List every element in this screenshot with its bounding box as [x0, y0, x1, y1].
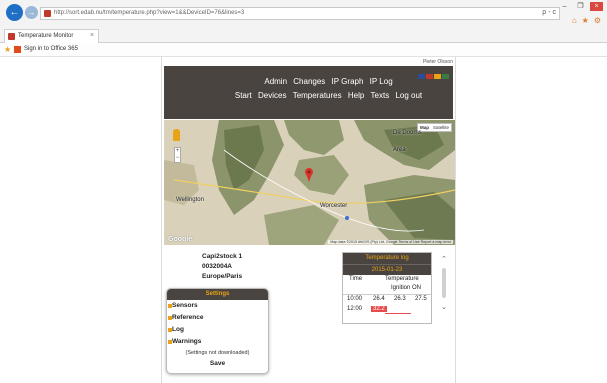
menu-devices[interactable]: Devices [258, 91, 286, 100]
menu-start[interactable]: Start [235, 91, 252, 100]
zoom-out-button[interactable]: − [175, 155, 180, 162]
browser-titlebar: ← → http://sort.edab.nu/tm/temperature.p… [0, 0, 607, 27]
map-label-de-doorns: De Doorns [393, 130, 422, 136]
google-logo: Google [168, 236, 193, 243]
settings-item-log[interactable]: Log [167, 324, 268, 336]
favorites-star-icon[interactable]: ★ [4, 45, 11, 54]
tab-bar: Temperature Monitor × [0, 27, 607, 43]
map-label-worcester: Worcester [320, 203, 348, 209]
user-name: Pieter Olsson [422, 59, 453, 65]
back-arrow-icon: ← [9, 7, 20, 18]
settings-item-label: Reference [172, 314, 204, 321]
zoom-in-button[interactable]: + [175, 148, 180, 155]
settings-item-label: Sensors [172, 302, 198, 309]
map-view[interactable]: + − Map Satellite Wellington Worcester D… [164, 120, 455, 245]
temperature-log-scrollbar[interactable]: ⌃ ⌄ [438, 255, 450, 313]
save-button[interactable]: Save [167, 358, 268, 369]
search-refresh-icon[interactable]: ρ - c [542, 9, 556, 16]
forward-arrow-icon: → [27, 8, 36, 17]
back-button[interactable]: ← [6, 4, 23, 21]
bullet-icon [168, 328, 172, 332]
settings-item-reference[interactable]: Reference [167, 312, 268, 324]
menu-row-admin: Admin Changes IP Graph IP Log [204, 77, 453, 86]
map-label-wellington: Wellington [176, 197, 204, 203]
map-label-area: Area [393, 147, 406, 153]
street-view-pegman-icon[interactable] [173, 129, 180, 141]
settings-note: (Settings not downloaded) [185, 350, 250, 356]
device-name: Capi2stock 1 [202, 253, 243, 260]
row-time: 12:00 [347, 306, 363, 312]
row-time: 10:00 [347, 296, 363, 302]
alarm-line [385, 313, 411, 314]
device-info: Capi2stock 1 0032004A Europe/Paris [202, 252, 242, 282]
menu-log-out[interactable]: Log out [395, 91, 422, 100]
scroll-down-icon[interactable]: ⌄ [441, 303, 447, 311]
settings-item-warnings[interactable]: Warnings [167, 336, 268, 348]
scroll-thumb[interactable] [442, 268, 446, 298]
terrain-image [164, 120, 455, 245]
maximize-button[interactable]: ❐ [574, 2, 587, 11]
url-text[interactable]: http://sort.edab.nu/tm/temperature.php?v… [54, 10, 244, 16]
forward-button[interactable]: → [25, 6, 38, 19]
menu-changes[interactable]: Changes [293, 77, 325, 86]
site-favicon-icon [44, 10, 51, 17]
menu-admin[interactable]: Admin [264, 77, 287, 86]
settings-item-label: Warnings [172, 338, 202, 345]
map-type-satellite[interactable]: Satellite [431, 124, 451, 131]
favorites-star-icon[interactable]: ★ [582, 16, 589, 25]
col-temperature: Temperature [385, 276, 419, 282]
home-icon[interactable]: ⌂ [572, 16, 577, 25]
table-row: 12:00 32.2 [343, 305, 431, 315]
page-content: Pieter Olsson Admin Changes IP Graph IP … [161, 57, 456, 383]
bullet-icon [168, 316, 172, 320]
settings-item-label: Log [172, 326, 184, 333]
map-water-icon [345, 216, 349, 220]
settings-item-sensors[interactable]: Sensors [167, 300, 268, 312]
scroll-up-icon[interactable]: ⌃ [441, 255, 447, 263]
menu-ip-graph[interactable]: IP Graph [332, 77, 364, 86]
tab-favicon-icon [8, 33, 15, 40]
temperature-log-title: Temperature log [343, 253, 431, 264]
row-value: 27.5 [415, 296, 427, 302]
bullet-icon [168, 340, 172, 344]
tab-title: Temperature Monitor [18, 33, 74, 39]
temperature-log-date: 2015-01-23 [343, 264, 431, 275]
ignition-status: Ignition ON [391, 285, 422, 291]
bullet-icon [168, 304, 172, 308]
office-icon [14, 46, 21, 53]
map-zoom-control: + − [174, 147, 181, 163]
menu-help[interactable]: Help [348, 91, 364, 100]
device-id: 0032004A [202, 263, 232, 270]
col-time: Time [349, 276, 363, 282]
settings-panel: Settings Sensors Reference Log Warnings … [166, 288, 269, 374]
menu-row-main: Start Devices Temperatures Help Texts Lo… [204, 91, 453, 100]
temperature-log-panel: Temperature log 2015-01-23 Time Temperat… [342, 252, 432, 324]
row-value: 26.4 [373, 296, 385, 302]
temperature-log-header: Time Temperature Ignition ON [343, 275, 431, 295]
device-timezone: Europe/Paris [202, 273, 243, 280]
settings-gear-icon[interactable]: ⚙ [594, 16, 601, 25]
menu-temperatures[interactable]: Temperatures [293, 91, 342, 100]
menu-texts[interactable]: Texts [371, 91, 390, 100]
favorites-bar: ★ Sign in to Office 365 [0, 43, 607, 57]
tab-close-icon[interactable]: × [90, 32, 94, 39]
minimize-button[interactable]: – [558, 2, 571, 11]
table-row: 10:00 26.4 26.3 27.5 [343, 295, 431, 305]
window-controls: – ❐ × [558, 2, 603, 11]
row-value: 26.3 [394, 296, 406, 302]
menu-ip-log[interactable]: IP Log [370, 77, 393, 86]
favorite-office-link[interactable]: Sign in to Office 365 [24, 46, 78, 52]
map-attribution[interactable]: Map data ©2015 AfriGIS (Pty) Ltd, Google… [328, 240, 453, 244]
address-bar[interactable]: http://sort.edab.nu/tm/temperature.php?v… [40, 7, 560, 20]
close-window-button[interactable]: × [590, 2, 603, 11]
settings-title: Settings [167, 289, 268, 300]
tab-temperature-monitor[interactable]: Temperature Monitor × [4, 29, 99, 43]
map-type-toggle: Map Satellite [416, 123, 452, 132]
browser-toolbar-icons: ⌂ ★ ⚙ [572, 16, 601, 25]
row-value-alarm: 32.2 [371, 306, 387, 312]
main-menu: Admin Changes IP Graph IP Log Start Devi… [164, 70, 453, 119]
